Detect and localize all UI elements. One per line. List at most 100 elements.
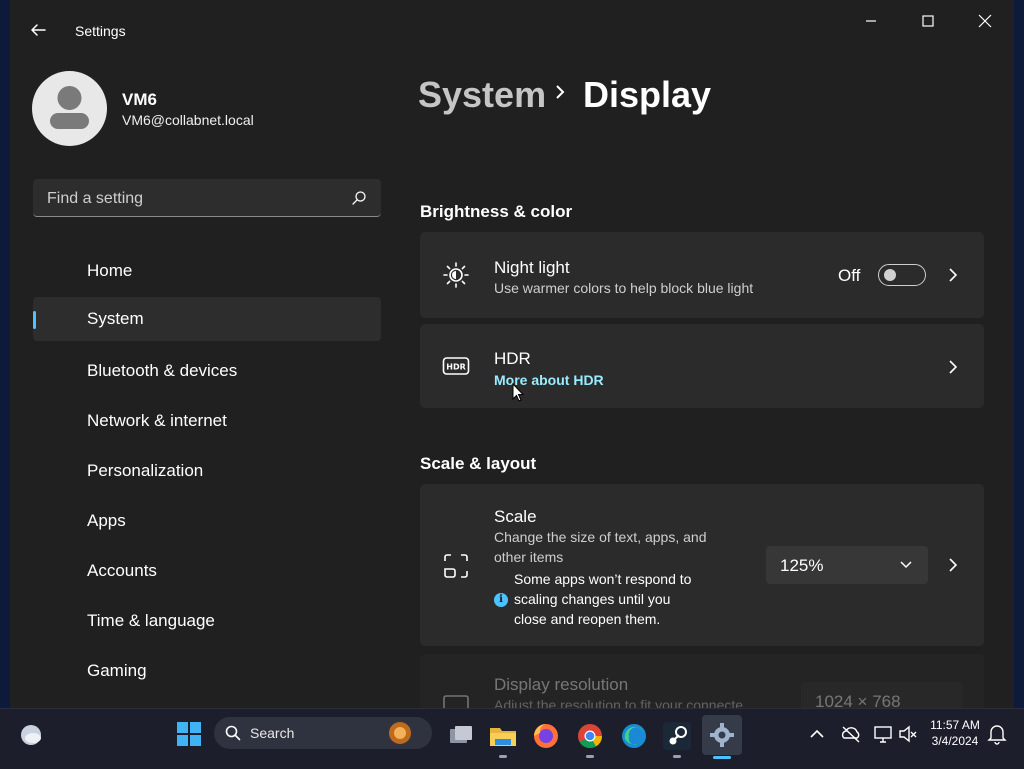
network-icon[interactable] <box>872 723 894 745</box>
scale-icon <box>444 554 468 578</box>
running-indicator <box>673 755 681 758</box>
breadcrumb-parent[interactable]: System <box>418 74 546 115</box>
hdr-card[interactable]: HDR HDR More about HDR <box>420 324 984 408</box>
scale-dropdown-value: 125% <box>780 556 824 575</box>
taskbar-clock[interactable]: 11:57 AM 3/4/2024 <box>920 717 990 749</box>
hdr-title: HDR <box>494 349 531 368</box>
sidebar-item-time-language[interactable]: Time & language <box>33 599 381 643</box>
display-resolution-title: Display resolution <box>494 675 629 694</box>
running-indicator <box>586 755 594 758</box>
sidebar-item-accounts[interactable]: Accounts <box>33 549 381 593</box>
user-icon <box>50 86 89 129</box>
sidebar-item-bluetooth-devices[interactable]: Bluetooth & devices <box>33 349 381 393</box>
mouse-cursor-icon <box>512 383 524 402</box>
taskbar: Search 11:57 AM 3/4/2024 <box>0 708 1024 769</box>
sidebar-item-system[interactable]: System <box>33 297 381 341</box>
section-title-scale-layout: Scale & layout <box>420 454 537 473</box>
sidebar-item-personalization[interactable]: Personalization <box>33 449 381 493</box>
breadcrumb: System Display <box>418 74 711 116</box>
app-title: Settings <box>75 23 126 39</box>
sidebar-item-label: Time & language <box>87 611 215 630</box>
back-button[interactable] <box>28 20 56 44</box>
active-indicator <box>713 756 731 759</box>
title-bar: Settings <box>10 0 1014 44</box>
search-box[interactable] <box>33 179 381 218</box>
resolution-dropdown[interactable]: 1024 × 768 <box>801 682 963 708</box>
start-icon[interactable] <box>176 721 202 747</box>
sidebar-item-label: Apps <box>87 511 126 530</box>
resolution-dropdown-value: 1024 × 768 <box>815 692 901 708</box>
edge-icon[interactable] <box>619 721 649 751</box>
scale-card[interactable]: Scale Change the size of text, apps, and… <box>420 484 984 646</box>
taskbar-search-label: Search <box>250 725 295 741</box>
steam-icon[interactable] <box>662 721 692 751</box>
resolution-icon <box>443 695 469 708</box>
more-about-hdr-link[interactable]: More about HDR <box>494 372 604 388</box>
info-icon: i <box>494 593 508 607</box>
weather-icon[interactable] <box>18 722 44 748</box>
clock-date: 3/4/2024 <box>931 734 979 748</box>
scale-description-line2: other items <box>494 549 564 565</box>
toggle-knob <box>884 269 896 281</box>
minimize-icon <box>866 20 876 22</box>
volume-muted-icon[interactable] <box>897 723 919 745</box>
taskbar-search[interactable]: Search <box>214 717 432 749</box>
section-title-brightness: Brightness & color <box>420 202 573 221</box>
night-light-card[interactable]: Night light Use warmer colors to help bl… <box>420 232 984 318</box>
sidebar-item-label: Network & internet <box>87 411 227 430</box>
chevron-up-icon[interactable] <box>808 725 826 743</box>
maximize-icon <box>922 15 934 27</box>
maximize-button[interactable] <box>905 6 951 36</box>
night-light-description: Use warmer colors to help block blue lig… <box>494 280 754 296</box>
search-input[interactable] <box>45 179 339 218</box>
sidebar-item-apps[interactable]: Apps <box>33 499 381 543</box>
scale-note-line2: scaling changes until you <box>514 591 671 607</box>
night-light-toggle-label: Off <box>838 266 861 285</box>
clock-time: 11:57 AM <box>930 718 980 732</box>
scale-note-line1: Some apps won’t respond to <box>514 571 692 587</box>
svg-text:HDR: HDR <box>446 363 466 372</box>
close-icon <box>978 14 992 28</box>
close-button[interactable] <box>962 6 1008 36</box>
sidebar-item-home[interactable]: Home <box>33 249 381 293</box>
chevron-right-icon[interactable] <box>946 266 960 284</box>
back-arrow-icon <box>31 24 46 36</box>
sidebar-item-gaming[interactable]: Gaming <box>33 649 381 693</box>
scale-note-line3: close and reopen them. <box>514 611 661 627</box>
chevron-right-icon[interactable] <box>946 556 960 574</box>
sidebar-item-label: Home <box>87 261 133 280</box>
search-icon <box>225 725 241 741</box>
minimize-button[interactable] <box>848 6 894 36</box>
notification-bell-icon[interactable] <box>987 723 1007 745</box>
avatar[interactable] <box>32 71 107 146</box>
scale-title: Scale <box>494 507 537 526</box>
sidebar-item-label: System <box>87 309 144 328</box>
hdr-icon: HDR <box>442 357 470 375</box>
sidebar-item-network-internet[interactable]: Network & internet <box>33 399 381 443</box>
task-view-icon[interactable] <box>446 721 476 751</box>
settings-gear-icon <box>710 723 734 747</box>
settings-window: Settings VM6 VM6@collabnet.local Home Sy… <box>10 0 1014 708</box>
chevron-right-icon[interactable] <box>946 358 960 376</box>
onedrive-offline-icon[interactable] <box>840 723 862 745</box>
page-title: Display <box>583 74 712 115</box>
sidebar-item-label: Bluetooth & devices <box>87 361 238 380</box>
display-resolution-description: Adjust the resolution to fit your connec… <box>494 697 744 708</box>
chevron-down-icon <box>900 561 912 569</box>
scale-description-line1: Change the size of text, apps, and <box>494 529 707 545</box>
user-email: VM6@collabnet.local <box>122 112 254 128</box>
display-resolution-card[interactable]: Display resolution Adjust the resolution… <box>420 654 984 708</box>
user-name: VM6 <box>122 90 157 109</box>
sidebar-item-label: Personalization <box>87 461 204 480</box>
chevron-right-icon <box>556 85 565 99</box>
file-explorer-icon[interactable] <box>488 721 518 751</box>
night-light-toggle[interactable] <box>878 264 926 286</box>
search-icon[interactable] <box>351 190 367 206</box>
chrome-icon[interactable] <box>575 721 605 751</box>
brightness-icon <box>443 262 469 288</box>
settings-taskbar-button[interactable] <box>702 715 742 755</box>
night-light-title: Night light <box>494 258 570 277</box>
sidebar-item-label: Gaming <box>87 661 147 680</box>
scale-dropdown[interactable]: 125% <box>766 546 928 584</box>
firefox-icon[interactable] <box>531 721 561 751</box>
